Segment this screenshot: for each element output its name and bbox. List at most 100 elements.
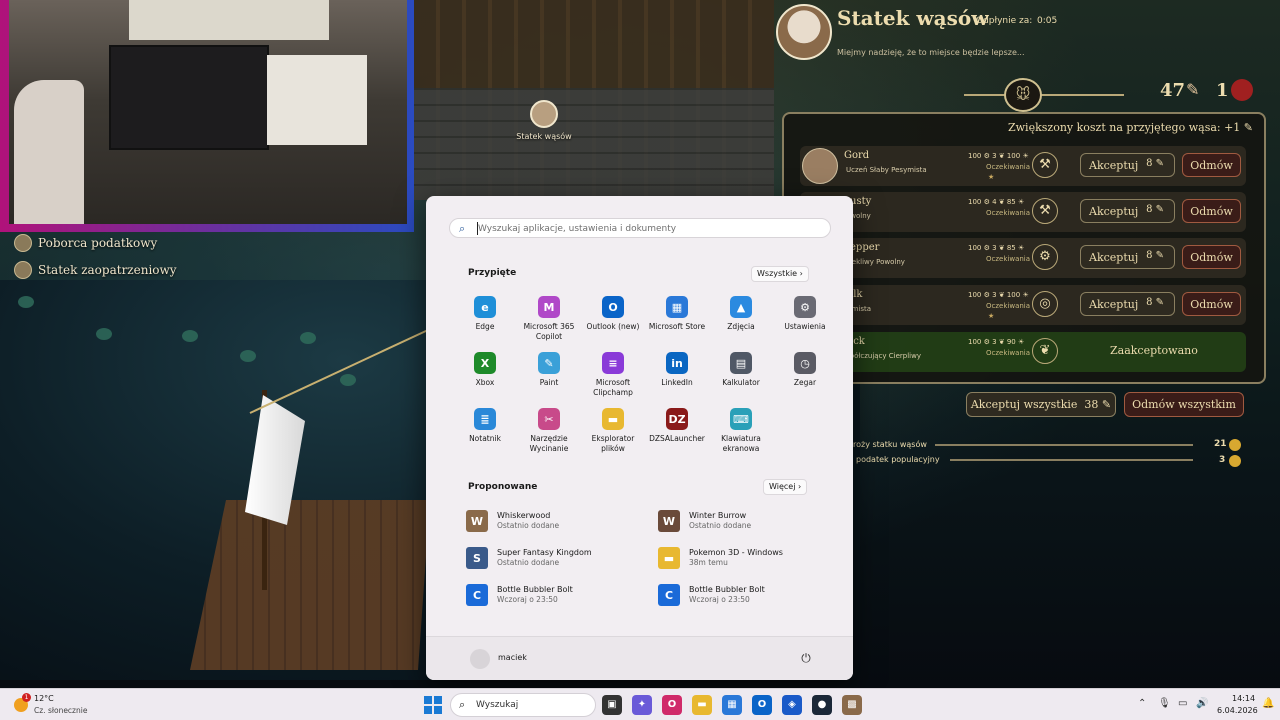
start-search-box[interactable]: ⌕ bbox=[449, 218, 831, 238]
recommended-item[interactable]: C Bottle Bubbler Bolt Wczoraj o 23:50 bbox=[658, 583, 850, 607]
recommended-item[interactable]: W Whiskerwood Ostatnio dodane bbox=[466, 509, 658, 533]
m365-copilot-icon: M bbox=[538, 296, 560, 318]
reject-button[interactable]: Odmów bbox=[1182, 153, 1241, 177]
pinned-app[interactable]: ≣ Notatnik bbox=[453, 408, 517, 456]
recommended-title: Proponowane bbox=[468, 482, 538, 492]
compass-icon[interactable]: ◎ bbox=[1032, 291, 1058, 317]
power-icon[interactable]: ⏻ bbox=[798, 651, 814, 667]
bar-track bbox=[950, 459, 1193, 461]
side-item-tax-collector[interactable]: Poborca podatkowy bbox=[14, 234, 157, 252]
crossed-tools-icon[interactable]: ⚒ bbox=[1032, 152, 1058, 178]
pinned-app[interactable]: ✎ Paint bbox=[517, 352, 581, 400]
weather-description[interactable]: Cz. słonecznie bbox=[34, 706, 87, 715]
search-icon: ⌕ bbox=[459, 222, 466, 235]
start-search-input[interactable] bbox=[478, 221, 818, 236]
copilot-icon[interactable]: ✦ bbox=[632, 695, 652, 715]
taskbar-search[interactable]: ⌕ Wyszukaj bbox=[450, 693, 596, 717]
crossed-tools-icon[interactable]: ⚒ bbox=[1032, 198, 1058, 224]
user-avatar[interactable] bbox=[470, 649, 490, 669]
pinned-app[interactable]: ▤ Kalkulator bbox=[709, 352, 773, 400]
gear-icon[interactable]: ⚙ bbox=[1032, 244, 1058, 270]
steam-icon[interactable]: ● bbox=[812, 695, 832, 715]
taskbar: 1 12°C Cz. słonecznie ⌕ Wyszukaj ▣ ✦ O ▬ ▦ O ◈… bbox=[0, 688, 1280, 720]
accept-cost: 8 ✎ bbox=[1146, 158, 1164, 169]
clock-time[interactable]: 14:14 bbox=[1232, 694, 1255, 703]
recommended-subtitle: Ostatnio dodane bbox=[497, 521, 560, 530]
cube-app-icon[interactable]: ◈ bbox=[782, 695, 802, 715]
pinned-app[interactable]: ≡ Microsoft Clipchamp bbox=[581, 352, 645, 400]
pinned-app-label: Narzędzie Wycinanie bbox=[529, 434, 569, 453]
lily-pad bbox=[182, 330, 198, 342]
pinned-apps-grid: e Edge M Microsoft 365 Copilot O Outlook (new… bbox=[453, 296, 837, 456]
recommended-text: Bottle Bubbler Bolt Wczoraj o 23:50 bbox=[497, 585, 573, 605]
recommended-text: Bottle Bubbler Bolt Wczoraj o 23:50 bbox=[689, 585, 765, 605]
gear-icon: ⚙ bbox=[794, 296, 816, 318]
edge-icon: e bbox=[474, 296, 496, 318]
pinned-app[interactable]: O Outlook (new) bbox=[581, 296, 645, 344]
pinned-app[interactable]: ▬ Eksplorator plików bbox=[581, 408, 645, 456]
pinned-app-label: Xbox bbox=[475, 378, 495, 387]
outlook-icon[interactable]: O bbox=[752, 695, 772, 715]
webcam-tv bbox=[109, 45, 269, 150]
accept-all-button[interactable]: Akceptuj wszystkie 38 ✎ bbox=[966, 392, 1116, 417]
recommended-item[interactable]: ▬ Pokemon 3D - Windows 38m temu bbox=[658, 546, 850, 570]
reject-button[interactable]: Odmów bbox=[1182, 292, 1241, 316]
reject-button[interactable]: Odmów bbox=[1182, 245, 1241, 269]
recommended-item[interactable]: S Super Fantasy Kingdom Ostatnio dodane bbox=[466, 546, 658, 570]
notification-bell-icon[interactable]: 🔔 bbox=[1262, 698, 1274, 709]
pinned-app[interactable]: ▦ Microsoft Store bbox=[645, 296, 709, 344]
pinned-app[interactable]: ▲ Zdjęcia bbox=[709, 296, 773, 344]
windows-start-icon[interactable] bbox=[424, 696, 442, 714]
pinned-app[interactable]: ✂ Narzędzie Wycinanie bbox=[517, 408, 581, 456]
ship-deck[interactable] bbox=[190, 500, 430, 670]
recommended-subtitle: Wczoraj o 23:50 bbox=[689, 595, 750, 604]
recommended-title: Whiskerwood bbox=[497, 511, 551, 520]
reject-all-button[interactable]: Odmów wszystkim bbox=[1124, 392, 1244, 417]
volume-icon[interactable]: 🔊 bbox=[1196, 698, 1208, 709]
applicant-name: epper bbox=[850, 242, 880, 253]
cost-note: Zwiększony koszt na przyjętego wąsa: +1 … bbox=[1008, 121, 1254, 134]
network-icon[interactable]: ▭ bbox=[1178, 698, 1187, 709]
pinned-app[interactable]: DZ DZSALauncher bbox=[645, 408, 709, 456]
wax-seal-icon bbox=[1231, 79, 1253, 101]
accept-button[interactable]: Akceptuj 8 ✎ bbox=[1080, 292, 1175, 316]
recommended-item[interactable]: C Bottle Bubbler Bolt Wczoraj o 23:50 bbox=[466, 583, 658, 607]
pinned-app[interactable]: e Edge bbox=[453, 296, 517, 344]
file-explorer-icon[interactable]: ▬ bbox=[692, 695, 712, 715]
reject-button[interactable]: Odmów bbox=[1182, 199, 1241, 223]
microphone-icon[interactable]: 🎙 bbox=[1158, 698, 1171, 709]
store-icon[interactable]: ▦ bbox=[722, 695, 742, 715]
opera-icon[interactable]: O bbox=[662, 695, 682, 715]
accept-cost: 8 ✎ bbox=[1146, 297, 1164, 308]
snipping-tool-icon: ✂ bbox=[538, 408, 560, 430]
applicant-stats: 100 ⚙ 3 ❦ 100 ☀ bbox=[968, 291, 1029, 299]
ornament-right bbox=[1044, 94, 1124, 96]
pinned-app[interactable]: ◷ Zegar bbox=[773, 352, 837, 400]
task-view-icon[interactable]: ▣ bbox=[602, 695, 622, 715]
pinned-app[interactable]: M Microsoft 365 Copilot bbox=[517, 296, 581, 344]
user-name[interactable]: maciek bbox=[498, 653, 527, 662]
recommended-item[interactable]: W Winter Burrow Ostatnio dodane bbox=[658, 509, 850, 533]
accept-button[interactable]: Akceptuj 8 ✎ bbox=[1080, 153, 1175, 177]
weather-temperature[interactable]: 12°C bbox=[34, 694, 54, 703]
map-marker-whisker-ship[interactable]: Statek wąsów bbox=[516, 100, 572, 141]
side-item-supply-ship[interactable]: Statek zaopatrzeniowy bbox=[14, 261, 177, 279]
wheat-icon[interactable]: ❦ bbox=[1032, 338, 1058, 364]
all-apps-button[interactable]: Wszystkie › bbox=[751, 266, 809, 282]
pinned-app-label: Ustawienia bbox=[784, 322, 826, 331]
dzsa-launcher-icon: DZ bbox=[666, 408, 688, 430]
accept-button[interactable]: Akceptuj 8 ✎ bbox=[1080, 245, 1175, 269]
pinned-app[interactable]: ⌨ Klawiatura ekranowa bbox=[709, 408, 773, 456]
chevron-up-icon[interactable]: ⌃ bbox=[1138, 698, 1146, 709]
pinned-app[interactable]: in LinkedIn bbox=[645, 352, 709, 400]
pinned-app[interactable]: X Xbox bbox=[453, 352, 517, 400]
clock-date[interactable]: 6.04.2026 bbox=[1217, 706, 1258, 715]
game-app-icon[interactable]: ▩ bbox=[842, 695, 862, 715]
accept-button[interactable]: Akceptuj 8 ✎ bbox=[1080, 199, 1175, 223]
coin-icon bbox=[1229, 439, 1241, 451]
whisker-icon: ✎ bbox=[1186, 80, 1200, 99]
more-button[interactable]: Więcej › bbox=[763, 479, 808, 495]
pinned-app-label: LinkedIn bbox=[661, 378, 693, 387]
applicant-row: usty owolny 100 ⚙ 4 ❦ 85 ☀ Oczekiwania ⚒… bbox=[800, 192, 1246, 232]
pinned-app[interactable]: ⚙ Ustawienia bbox=[773, 296, 837, 344]
